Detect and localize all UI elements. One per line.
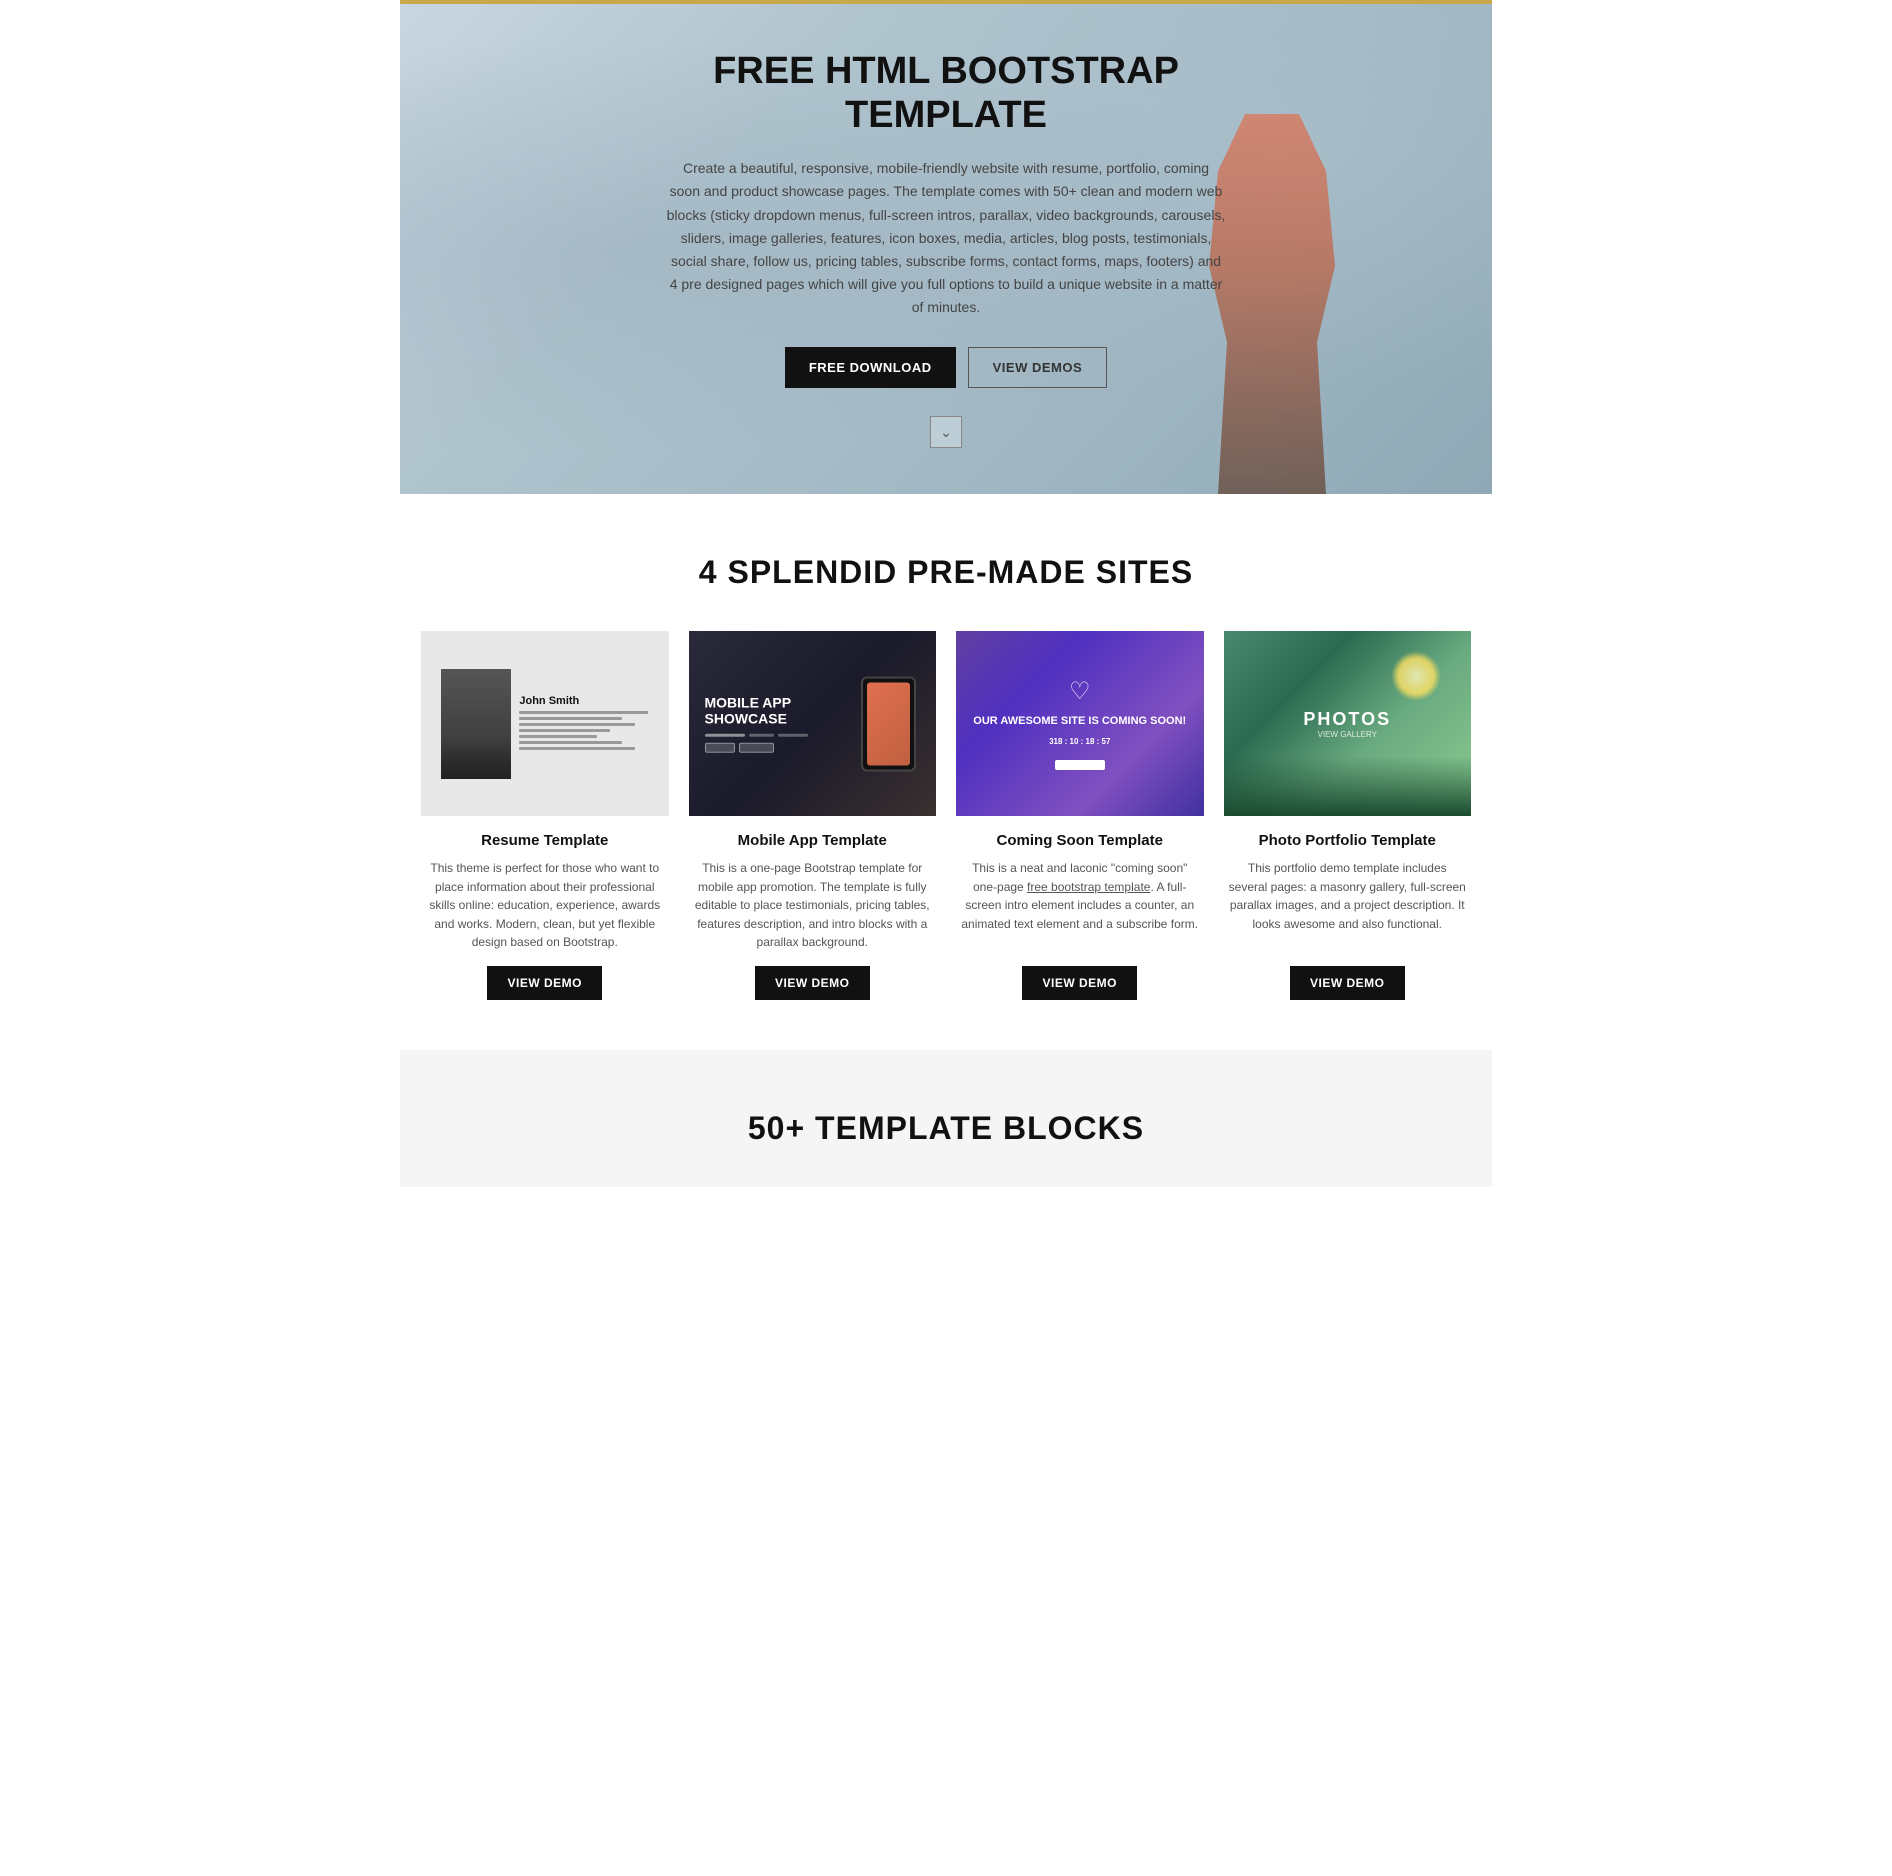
- resume-line-6: [519, 741, 622, 744]
- free-download-button[interactable]: FREE DOWNLOAD: [785, 347, 956, 388]
- hero-buttons: FREE DOWNLOAD VIEW DEMOS: [666, 347, 1226, 388]
- mobile-preview-text: MOBILE APP SHOWCASE: [705, 694, 808, 728]
- coming-soon-template-desc: This is a neat and laconic "coming soon"…: [956, 859, 1204, 933]
- mobile-view-demo-button[interactable]: VIEW DEMO: [755, 966, 870, 1000]
- templates-grid: John Smith Resume Template This theme is…: [421, 631, 1471, 1000]
- sun-shape: [1391, 651, 1441, 701]
- hero-section: FREE HTML BOOTSTRAP TEMPLATE Create a be…: [400, 4, 1492, 494]
- resume-line-5: [519, 735, 596, 738]
- heart-icon: ♡: [1069, 677, 1091, 706]
- resume-photo: [441, 669, 511, 779]
- coming-soon-view-demo-button[interactable]: VIEW DEMO: [1022, 966, 1137, 1000]
- blocks-section-title: 50+ TEMPLATE BLOCKS: [420, 1110, 1472, 1147]
- resume-line-1: [519, 711, 648, 714]
- mobile-template-title: Mobile App Template: [738, 832, 887, 849]
- scroll-down-button[interactable]: ⌄: [930, 416, 962, 448]
- resume-line-2: [519, 717, 622, 720]
- resume-name: John Smith: [519, 695, 648, 707]
- resume-preview: John Smith: [421, 631, 669, 816]
- resume-line-4: [519, 729, 609, 732]
- hero-title: FREE HTML BOOTSTRAP TEMPLATE: [666, 50, 1226, 137]
- mobile-preview: MOBILE APP SHOWCASE: [689, 631, 937, 816]
- view-demos-button[interactable]: VIEW DEMOS: [968, 347, 1108, 388]
- portfolio-preview: PHOTOS VIEW GALLERY: [1224, 631, 1472, 816]
- portfolio-template-title: Photo Portfolio Template: [1259, 832, 1436, 849]
- coming-soon-preview: ♡ OUR AWESOME SITE IS COMING SOON! 318 :…: [956, 631, 1204, 816]
- template-card-resume: John Smith Resume Template This theme is…: [421, 631, 669, 1000]
- mobile-text-overlay: MOBILE APP SHOWCASE: [705, 694, 808, 753]
- resume-preview-inner: John Smith: [433, 640, 656, 807]
- coming-soon-link[interactable]: free bootstrap template: [1027, 880, 1150, 894]
- portfolio-view-demo-button[interactable]: VIEW DEMO: [1290, 966, 1405, 1000]
- mobile-template-desc: This is a one-page Bootstrap template fo…: [689, 859, 937, 952]
- hero-description: Create a beautiful, responsive, mobile-f…: [666, 157, 1226, 319]
- premade-section: 4 SPLENDID PRE-MADE SITES John Smith: [400, 494, 1492, 1050]
- blocks-section: 50+ TEMPLATE BLOCKS: [400, 1050, 1492, 1187]
- mobile-phone-shape: [861, 676, 916, 771]
- template-card-portfolio: PHOTOS VIEW GALLERY Photo Portfolio Temp…: [1224, 631, 1472, 1000]
- resume-template-title: Resume Template: [481, 832, 608, 849]
- coming-soon-template-title: Coming Soon Template: [997, 832, 1163, 849]
- template-card-coming-soon: ♡ OUR AWESOME SITE IS COMING SOON! 318 :…: [956, 631, 1204, 1000]
- portfolio-template-desc: This portfolio demo template includes se…: [1224, 859, 1472, 933]
- chevron-down-icon: ⌄: [940, 424, 952, 441]
- resume-template-desc: This theme is perfect for those who want…: [421, 859, 669, 952]
- portfolio-text-overlay: PHOTOS VIEW GALLERY: [1303, 709, 1391, 739]
- template-card-mobile: MOBILE APP SHOWCASE Mobile App Templa: [689, 631, 937, 1000]
- resume-view-demo-button[interactable]: VIEW DEMO: [487, 966, 602, 1000]
- hero-content: FREE HTML BOOTSTRAP TEMPLATE Create a be…: [646, 50, 1246, 448]
- resume-line-3: [519, 723, 635, 726]
- portfolio-subtitle: VIEW GALLERY: [1303, 730, 1391, 739]
- coming-soon-text: OUR AWESOME SITE IS COMING SOON!: [973, 714, 1186, 728]
- resume-text-block: John Smith: [519, 695, 648, 753]
- premade-section-title: 4 SPLENDID PRE-MADE SITES: [420, 554, 1472, 591]
- portfolio-title: PHOTOS: [1303, 709, 1391, 730]
- resume-line-7: [519, 747, 635, 750]
- countdown-row: 318 : 10 : 18 : 57: [1049, 737, 1110, 746]
